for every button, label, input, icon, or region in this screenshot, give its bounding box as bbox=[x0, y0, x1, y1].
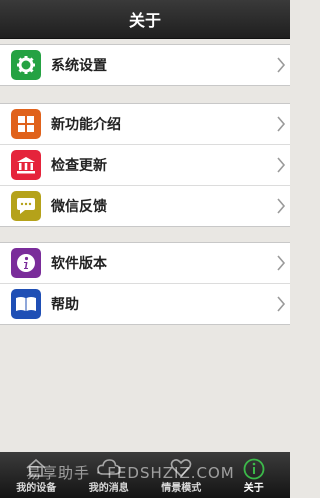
chevron-right-icon bbox=[277, 296, 286, 312]
menu-item-label: 软件版本 bbox=[51, 256, 107, 272]
chevron-right-icon bbox=[277, 255, 286, 271]
tab-label: 关于 bbox=[243, 483, 264, 494]
tab-my-messages[interactable]: 我的消息 bbox=[73, 452, 146, 498]
title-bar: 关于 bbox=[0, 0, 290, 39]
page-title: 关于 bbox=[128, 11, 161, 30]
bank-icon bbox=[11, 150, 41, 180]
menu-item-wechat-feedback[interactable]: 微信反馈 bbox=[0, 185, 290, 226]
menu-item-label: 检查更新 bbox=[51, 158, 107, 174]
menu-item-system-settings[interactable]: 系统设置 bbox=[0, 45, 290, 85]
info-group: 软件版本 帮助 bbox=[0, 242, 290, 325]
heart-icon bbox=[170, 459, 192, 478]
tab-label: 我的消息 bbox=[88, 483, 129, 494]
info-circle-icon bbox=[243, 458, 265, 480]
tab-about[interactable]: 关于 bbox=[218, 452, 291, 498]
chat-icon bbox=[11, 191, 41, 221]
menu-item-label: 新功能介绍 bbox=[51, 117, 121, 133]
features-group: 新功能介绍 检查更新 微信反馈 bbox=[0, 103, 290, 227]
chevron-right-icon bbox=[277, 198, 286, 214]
menu-item-help[interactable]: 帮助 bbox=[0, 283, 290, 324]
book-icon bbox=[11, 289, 41, 319]
cloud-icon bbox=[96, 459, 121, 475]
menu-item-label: 微信反馈 bbox=[51, 199, 107, 215]
tab-bar: 我的设备 我的消息 情景模式 关于 bbox=[0, 452, 290, 498]
tab-label: 情景模式 bbox=[161, 483, 202, 494]
settings-group: 系统设置 bbox=[0, 44, 290, 86]
chevron-right-icon bbox=[277, 57, 286, 73]
tab-my-devices[interactable]: 我的设备 bbox=[0, 452, 73, 498]
gear-icon bbox=[11, 50, 41, 80]
menu-item-label: 系统设置 bbox=[51, 58, 107, 74]
menu-item-software-version[interactable]: 软件版本 bbox=[0, 243, 290, 283]
home-icon bbox=[26, 458, 46, 477]
menu-item-check-update[interactable]: 检查更新 bbox=[0, 144, 290, 185]
info-icon bbox=[11, 248, 41, 278]
tab-scene-mode[interactable]: 情景模式 bbox=[145, 452, 218, 498]
tab-label: 我的设备 bbox=[16, 483, 57, 494]
chevron-right-icon bbox=[277, 157, 286, 173]
grid-icon bbox=[11, 109, 41, 139]
chevron-right-icon bbox=[277, 116, 286, 132]
menu-item-label: 帮助 bbox=[51, 297, 79, 313]
menu-item-new-features[interactable]: 新功能介绍 bbox=[0, 104, 290, 144]
